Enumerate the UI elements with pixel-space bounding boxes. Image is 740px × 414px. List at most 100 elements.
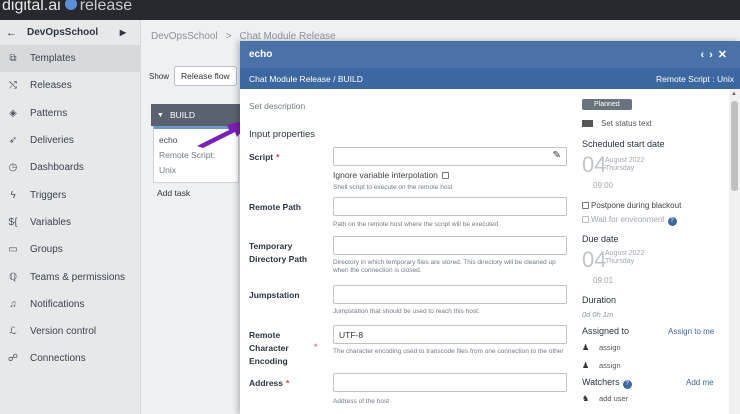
sidebar-title: DevOpsSchool [27,27,99,38]
script-field: Script * ✎ Ignore variable interpolation … [249,147,574,191]
sidebar-item-version-control[interactable]: ℒ Version control [0,318,140,345]
modal-title: echo [249,49,273,60]
watchers-icon: ♞ [582,394,590,403]
assign-user-field[interactable]: assign [599,343,621,352]
sidebar-item-label: Groups [30,244,63,256]
groups-icon: ▭ [8,244,18,256]
modal-scrollbar[interactable]: ▲ [729,89,740,414]
breadcrumb-separator: > [225,31,232,42]
templates-icon: ⧉ [9,53,17,65]
top-bar: digital.ai release [0,0,740,20]
sidebar-item-teams-permissions[interactable]: ℚ Teams & permissions [0,263,140,290]
add-me-link[interactable]: Add me [686,378,714,387]
encoding-label: Remote Character Encoding [249,330,289,366]
sidebar-item-label: Variables [30,216,71,228]
due-time[interactable]: 09:01 [593,276,613,285]
sidebar-header[interactable]: ← DevOpsSchool ▶ [0,20,140,45]
teams-icon: ℚ [9,271,17,283]
sidebar-item-releases[interactable]: ⤭ Releases [0,72,140,99]
remote-path-input[interactable] [333,197,567,216]
start-date-heading: Scheduled start date [582,139,665,149]
section-title: Input properties [249,129,316,140]
temp-dir-help: Directory in which temporary files are s… [333,259,556,274]
temp-dir-input[interactable] [333,236,567,255]
sidebar-item-label: Releases [30,80,72,92]
pencil-icon[interactable]: ✎ [553,150,561,161]
remote-path-label: Remote Path [249,202,301,212]
caret-right-icon[interactable]: ▶ [120,28,126,37]
code-icon[interactable]: ‹› [700,49,717,61]
encoding-input[interactable]: UTF-8 [333,325,567,344]
required-mark: * [286,378,290,388]
status-text[interactable]: Set status text [601,119,652,128]
sidebar-item-triggers[interactable]: ϟ Triggers [0,181,140,208]
address-help: Address of the host [333,398,390,405]
interpolation-label: Ignore variable interpolation [333,170,438,180]
modal-sidebar: Planned Set status text Scheduled start … [576,89,726,414]
temp-dir-label: Temporary Directory Path [249,241,308,264]
postpone-checkbox[interactable] [582,202,589,210]
breadcrumb-item[interactable]: DevOpsSchool [151,31,218,42]
start-day[interactable]: 04 [582,152,606,178]
encoding-help: The character encoding used to transcode… [333,348,564,355]
sidebar-item-groups[interactable]: ▭ Groups [0,236,140,263]
interpolation-checkbox[interactable] [441,172,449,180]
add-task-button[interactable]: Add task [151,183,241,203]
remote-path-field: Remote Path Path on the remote host wher… [249,197,574,231]
wait-env-label: Wait for environment [591,215,665,224]
product-name: release [79,0,133,15]
jumpstation-help: Jumpstation that should be used to reach… [333,308,480,315]
help-icon[interactable]: ? [622,380,632,389]
help-icon[interactable]: ? [667,217,677,226]
watchers-heading: Watchers [582,377,620,387]
script-input[interactable] [333,147,567,166]
sidebar-item-notifications[interactable]: ♫ Notifications [0,291,140,318]
task-details-modal: echo ‹›✕ Chat Module Release / BUILD Rem… [240,41,740,414]
view-select[interactable]: Release flow [174,66,237,86]
due-day[interactable]: 04 [582,247,606,273]
required-mark: * [314,342,318,352]
scroll-up-icon[interactable]: ▲ [731,91,737,97]
variables-icon: ${ [8,216,18,228]
sidebar-item-patterns[interactable]: ◈ Patterns [0,100,140,127]
modal-header: echo ‹›✕ [240,41,740,68]
duration-value[interactable]: 0d 0h 1m [582,310,613,319]
jumpstation-label: Jumpstation [249,290,300,300]
address-input[interactable] [333,373,567,392]
jumpstation-input[interactable] [333,285,567,304]
description-field[interactable]: Set description [249,101,305,111]
sidebar-item-label: Deliveries [30,135,74,147]
brand-name: digital.ai [2,0,61,15]
dashboards-icon: ◷ [8,162,18,174]
bell-icon: ♫ [9,298,17,310]
status-badge[interactable]: Planned [582,99,632,110]
modal-form: Set description Input properties Script *… [240,89,574,414]
sidebar-item-connections[interactable]: ☍ Connections [0,345,140,372]
sidebar-item-variables[interactable]: ${ Variables [0,209,140,236]
sidebar-item-label: Templates [30,53,76,65]
duration-heading: Duration [582,295,617,305]
start-weekday: Thursday [605,165,635,172]
back-arrow-icon[interactable]: ← [6,27,17,39]
assign-to-me-link[interactable]: Assign to me [668,327,714,336]
temp-dir-field: Temporary Directory Path Directory in wh… [249,236,574,280]
sidebar-item-label: Patterns [30,107,68,119]
triggers-icon: ϟ [10,189,16,201]
sidebar-item-deliveries[interactable]: ➶ Deliveries [0,127,140,154]
connections-icon: ☍ [7,353,19,365]
scrollbar-thumb[interactable] [731,101,738,191]
sidebar-item-dashboards[interactable]: ◷ Dashboards [0,154,140,181]
user-icon: ♟ [582,343,590,352]
close-icon[interactable]: ✕ [718,49,732,61]
remote-path-help: Path on the remote host where the script… [333,221,499,228]
script-label: Script [249,152,274,162]
start-time[interactable]: 09:00 [593,181,613,190]
sidebar-item-templates[interactable]: ⧉ Templates [0,45,140,73]
assign-team-field[interactable]: assign [599,361,621,370]
team-icon: ♟ [582,361,590,370]
chevron-down-icon[interactable]: ▼ [157,112,164,119]
add-user-field[interactable]: add user [599,394,628,403]
phase-name: BUILD [169,110,195,120]
show-row: Show Release flow [149,66,237,86]
wait-env-checkbox[interactable] [582,216,589,224]
